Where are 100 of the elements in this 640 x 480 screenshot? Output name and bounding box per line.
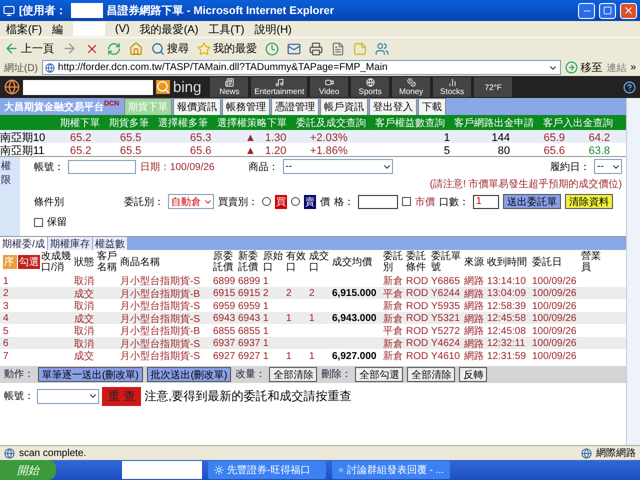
submenu-link[interactable]: 客戶網路出金申請: [454, 116, 534, 130]
table-cell-text: 取消: [74, 324, 95, 338]
table-cell-text: 1: [442, 132, 450, 144]
expiry-select[interactable]: --: [594, 159, 622, 174]
table-cell-text: 100/09/26: [532, 350, 578, 362]
menu-item[interactable]: 檔案(F): [6, 22, 42, 36]
account-select[interactable]: [37, 388, 99, 404]
search-button[interactable]: 搜尋: [151, 41, 189, 56]
single-send-button[interactable]: 單筆逐一送出(刪改單): [38, 366, 143, 382]
table-cell-text: 1: [263, 350, 270, 362]
table-cell-text: 新倉: [383, 300, 404, 313]
buy-radio[interactable]: [262, 197, 271, 206]
table-cell-text: 12:45:08: [487, 326, 527, 336]
column-header: 原委託價: [213, 251, 234, 273]
nav-tab[interactable]: 帳務管理: [222, 98, 270, 115]
account-label: 帳號：: [34, 160, 64, 174]
qty-field[interactable]: 1: [473, 194, 499, 208]
table-cell-text: 65.6: [190, 144, 212, 156]
address-field[interactable]: http://forder.dcn.com.tw/TASP/TAMain.dll?TADummy&TAPage=FMP_Main: [42, 60, 562, 75]
column-header: 成交均價: [332, 256, 373, 268]
more-label[interactable]: »: [630, 62, 636, 73]
submenu-link[interactable]: 期貨多筆: [109, 116, 149, 130]
task-button[interactable]: 討論群組發表回覆 - ...: [332, 461, 450, 479]
nav-tab[interactable]: 下載: [418, 98, 446, 115]
clear-button[interactable]: 全部清除: [407, 366, 456, 382]
column-header: 新委託價: [238, 251, 259, 273]
product-label: 商品：: [248, 160, 278, 174]
buy-label: 買: [275, 194, 287, 208]
table-cell-text: +1.86%: [310, 144, 349, 156]
address-label: 網址(D): [4, 62, 38, 74]
nav-tab[interactable]: 報價資訊: [173, 98, 222, 115]
table-cell-text: 12:31:59: [487, 350, 527, 362]
batch-send-button[interactable]: 批次送出(刪改單): [146, 366, 232, 382]
menu-item[interactable]: (V): [115, 23, 130, 35]
submenu-link[interactable]: 選擇權策略下單: [217, 116, 287, 130]
sun-icon: [214, 465, 224, 475]
table-cell-text: 1: [309, 313, 316, 324]
toolbar-button[interactable]: Money: [392, 77, 430, 97]
table-cell-text: 2: [309, 288, 316, 299]
close-button[interactable]: [620, 2, 637, 18]
menu-item[interactable]: 工具(T): [208, 22, 244, 36]
table-cell-text: 月小型台指期貨-B: [120, 324, 201, 338]
links-label: 連結: [606, 62, 626, 74]
tab[interactable]: 期權庫存: [48, 237, 92, 250]
table-cell-text: 6855: [238, 326, 262, 336]
tab[interactable]: 權益數: [92, 237, 127, 250]
stocks-button[interactable]: Stocks: [433, 77, 472, 97]
clear-button[interactable]: 清除資料: [565, 194, 613, 209]
task-button[interactable]: 先豐證券-旺得福口: [208, 461, 326, 479]
invert-button[interactable]: 反轉: [459, 366, 488, 382]
table-cell-text: 網路: [464, 288, 485, 300]
table-cell-text: 網路: [464, 350, 485, 363]
account-field[interactable]: [68, 160, 136, 174]
sell-radio[interactable]: [291, 197, 300, 206]
maximize-button[interactable]: [599, 2, 616, 18]
market-checkbox[interactable]: [402, 197, 411, 206]
maximize-icon: [603, 6, 612, 15]
table-cell-text: 100/09/26: [532, 300, 578, 312]
table-cell-text: Y6865: [431, 276, 461, 286]
weather-button[interactable]: 72°F: [474, 77, 512, 97]
page-icon: [4, 448, 15, 458]
table-cell-text: 1: [309, 350, 316, 362]
product-select[interactable]: --: [282, 159, 392, 174]
nav-tab[interactable]: 帳戶資訊: [320, 98, 368, 115]
favorites-button[interactable]: 我的最愛: [197, 41, 257, 56]
column-header: 客戶名稱: [97, 251, 118, 273]
status-text: scan complete.: [19, 448, 86, 458]
submenu-link[interactable]: 期權下單: [60, 116, 100, 130]
column-header[interactable]: 勾選: [18, 255, 40, 269]
type-select[interactable]: 自動倉: [168, 194, 214, 209]
price-field[interactable]: [358, 194, 398, 208]
start-button[interactable]: 開始: [0, 460, 56, 480]
submenu-link[interactable]: 委託及成交查詢: [296, 116, 366, 130]
toolbar-button[interactable]: Video: [310, 77, 348, 97]
menu-item[interactable]: 說明(H): [254, 22, 292, 36]
keep-checkbox[interactable]: [34, 218, 43, 226]
nav-tab[interactable]: 登出登入: [369, 98, 418, 115]
submenu-link[interactable]: 選擇權多筆: [158, 116, 208, 130]
search-field[interactable]: [23, 80, 153, 94]
table-cell-text: ROD: [406, 300, 430, 312]
submit-button[interactable]: 送出委託單: [503, 194, 561, 209]
table-cell-text: 成交: [74, 312, 95, 326]
go-button[interactable]: 移至: [565, 60, 602, 75]
menu-item[interactable]: 編: [52, 22, 64, 36]
toolbar-button[interactable]: News: [210, 77, 248, 97]
toolbar-button[interactable]: Sports: [351, 77, 390, 97]
back-button[interactable]: 上一頁: [4, 41, 54, 56]
menu-item[interactable]: 我的最愛(A): [140, 22, 198, 36]
submenu-link[interactable]: 客戶權益數查詢: [375, 116, 445, 130]
table-cell-text: 65.2: [70, 144, 92, 156]
clear-button[interactable]: 全部清除: [269, 366, 318, 382]
tab[interactable]: 期權委/成: [0, 237, 47, 250]
toolbar-button[interactable]: Entertainment: [251, 77, 308, 97]
scrollbar[interactable]: [626, 98, 640, 445]
submenu-link[interactable]: 客戶入出金查詢: [543, 116, 613, 130]
document-icon: [331, 42, 345, 56]
minimize-button[interactable]: [578, 2, 595, 18]
select-all-button[interactable]: 全部勾選: [355, 366, 404, 382]
nav-tab[interactable]: 憑證管理: [271, 98, 320, 115]
mail-icon: [287, 42, 301, 56]
